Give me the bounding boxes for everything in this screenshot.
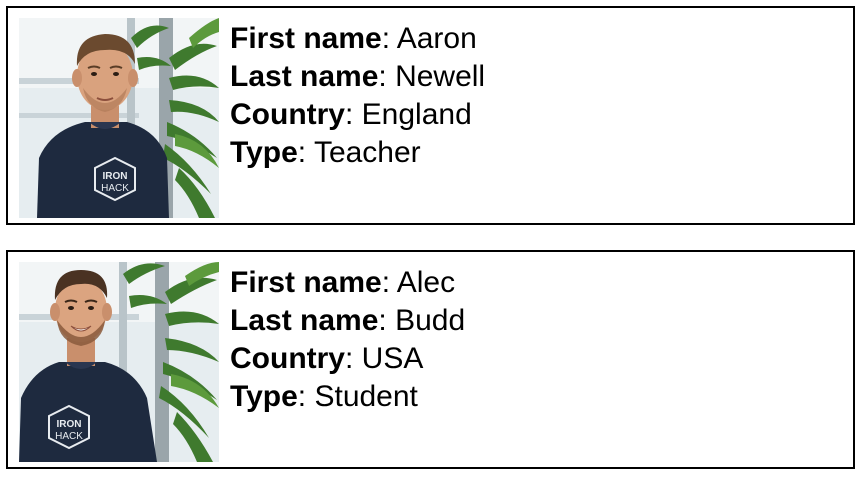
separator: :: [345, 98, 362, 131]
type-label: Type: [230, 380, 298, 413]
country-label: Country: [230, 342, 345, 375]
profile-photo: IRON HACK: [19, 18, 219, 218]
first-name-label: First name: [230, 266, 382, 299]
profile-info: First name: Alec Last name: Budd Country…: [230, 264, 465, 416]
profile-info: First name: Aaron Last name: Newell Coun…: [230, 20, 485, 172]
first-name-row: First name: Alec: [230, 264, 465, 302]
shirt-logo-line1: IRON: [57, 419, 82, 430]
last-name-label: Last name: [230, 304, 379, 337]
separator: :: [297, 380, 315, 413]
shirt-logo-line2: HACK: [101, 183, 129, 194]
last-name-value: Newell: [395, 60, 486, 93]
country-value: England: [361, 98, 472, 131]
separator: :: [378, 60, 396, 93]
last-name-value: Budd: [395, 304, 466, 337]
first-name-value: Alec: [396, 266, 456, 299]
first-name-row: First name: Aaron: [230, 20, 485, 58]
country-value: USA: [361, 342, 424, 375]
separator: :: [345, 342, 362, 375]
profile-card: IRON HACK First name: Aaron Last name: N…: [6, 6, 855, 225]
separator: :: [381, 22, 397, 55]
country-label: Country: [230, 98, 345, 131]
profile-photo: IRON HACK: [19, 262, 219, 462]
last-name-row: Last name: Budd: [230, 302, 465, 340]
first-name-label: First name: [230, 22, 382, 55]
profile-card: IRON HACK First name: Alec Last name: Bu…: [6, 250, 855, 469]
country-row: Country: USA: [230, 340, 465, 378]
separator: :: [297, 136, 314, 169]
first-name-value: Aaron: [396, 22, 477, 55]
shirt-logo-line1: IRON: [103, 171, 128, 182]
type-row: Type: Teacher: [230, 134, 485, 172]
last-name-label: Last name: [230, 60, 379, 93]
type-value: Teacher: [313, 136, 421, 169]
shirt-logo-line2: HACK: [55, 431, 83, 442]
type-row: Type: Student: [230, 378, 465, 416]
separator: :: [381, 266, 397, 299]
type-label: Type: [230, 136, 298, 169]
country-row: Country: England: [230, 96, 485, 134]
separator: :: [378, 304, 396, 337]
type-value: Student: [314, 380, 418, 413]
last-name-row: Last name: Newell: [230, 58, 485, 96]
